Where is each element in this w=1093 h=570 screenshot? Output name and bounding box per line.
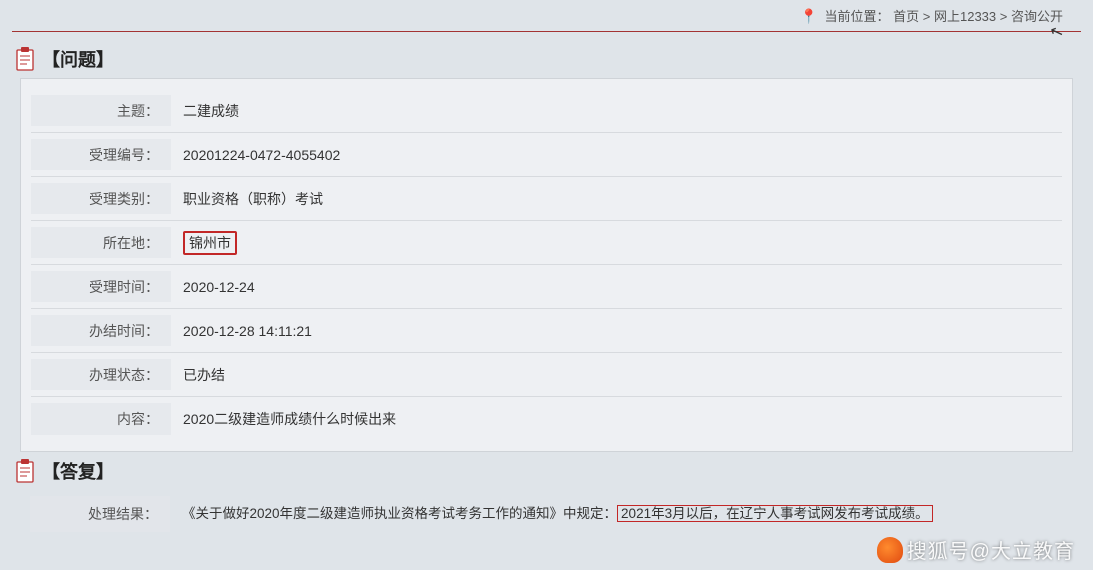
breadcrumb-prefix: 当前位置： (824, 9, 889, 24)
row-accepttime: 受理时间： 2020-12-24 (31, 265, 1062, 309)
value-finishtime: 2020-12-28 14:11:21 (171, 323, 1062, 339)
watermark-text: 搜狐号@大立教育 (907, 535, 1075, 564)
result-highlight: 2021年3月以后，在辽宁人事考试网发布考试成绩。 (617, 505, 933, 522)
breadcrumb-sep: > (923, 9, 931, 24)
result-prefix: 《关于做好2020年度二级建造师执业资格考试考务工作的通知》中规定： (182, 506, 617, 521)
row-content: 内容： 2020二级建造师成绩什么时候出来 (31, 397, 1062, 441)
question-section: 【问题】 主题： 二建成绩 受理编号： 20201224-0472-405540… (0, 40, 1093, 454)
sohu-fox-icon (877, 537, 903, 563)
label-location: 所在地： (31, 227, 171, 258)
value-category: 职业资格（职称）考试 (171, 189, 1062, 209)
breadcrumb-mid[interactable]: 网上12333 (934, 9, 996, 24)
label-subject: 主题： (31, 95, 171, 126)
row-subject: 主题： 二建成绩 (31, 89, 1062, 133)
label-acceptno: 受理编号： (31, 139, 171, 170)
row-status: 办理状态： 已办结 (31, 353, 1062, 397)
clipboard-icon (14, 458, 36, 484)
row-finishtime: 办结时间： 2020-12-28 14:11:21 (31, 309, 1062, 353)
value-status: 已办结 (171, 365, 1062, 385)
answer-heading: 【答复】 (42, 458, 114, 484)
location-pin-icon: 📍 (800, 8, 817, 24)
label-category: 受理类别： (31, 183, 171, 214)
value-subject: 二建成绩 (171, 101, 1062, 121)
answer-section: 【答复】 处理结果： 《关于做好2020年度二级建造师执业资格考试考务工作的通知… (0, 454, 1093, 534)
breadcrumb: 📍 当前位置： 首页 > 网上12333 > 咨询公开 ↖ (0, 0, 1093, 29)
value-acceptno: 20201224-0472-4055402 (171, 147, 1062, 163)
value-location: 锦州市 (171, 231, 1062, 255)
row-category: 受理类别： 职业资格（职称）考试 (31, 177, 1062, 221)
section-header: 【答复】 (14, 458, 1079, 484)
watermark: 搜狐号@大立教育 (877, 535, 1075, 564)
divider (12, 31, 1081, 32)
clipboard-icon (14, 46, 36, 72)
label-result: 处理结果： (30, 496, 170, 532)
label-status: 办理状态： (31, 359, 171, 390)
value-content: 2020二级建造师成绩什么时候出来 (171, 409, 1062, 429)
row-location: 所在地： 锦州市 (31, 221, 1062, 265)
breadcrumb-sep: > (1000, 9, 1008, 24)
section-header: 【问题】 (14, 46, 1079, 72)
row-result: 处理结果： 《关于做好2020年度二级建造师执业资格考试考务工作的通知》中规定：… (20, 490, 1073, 532)
label-finishtime: 办结时间： (31, 315, 171, 346)
label-accepttime: 受理时间： (31, 271, 171, 302)
value-accepttime: 2020-12-24 (171, 279, 1062, 295)
row-acceptno: 受理编号： 20201224-0472-4055402 (31, 133, 1062, 177)
value-result: 《关于做好2020年度二级建造师执业资格考试考务工作的通知》中规定：2021年3… (170, 503, 1063, 525)
breadcrumb-home[interactable]: 首页 (893, 9, 919, 24)
question-heading: 【问题】 (42, 46, 114, 72)
label-content: 内容： (31, 403, 171, 435)
question-detail-box: 主题： 二建成绩 受理编号： 20201224-0472-4055402 受理类… (20, 78, 1073, 452)
location-highlight: 锦州市 (183, 231, 237, 255)
